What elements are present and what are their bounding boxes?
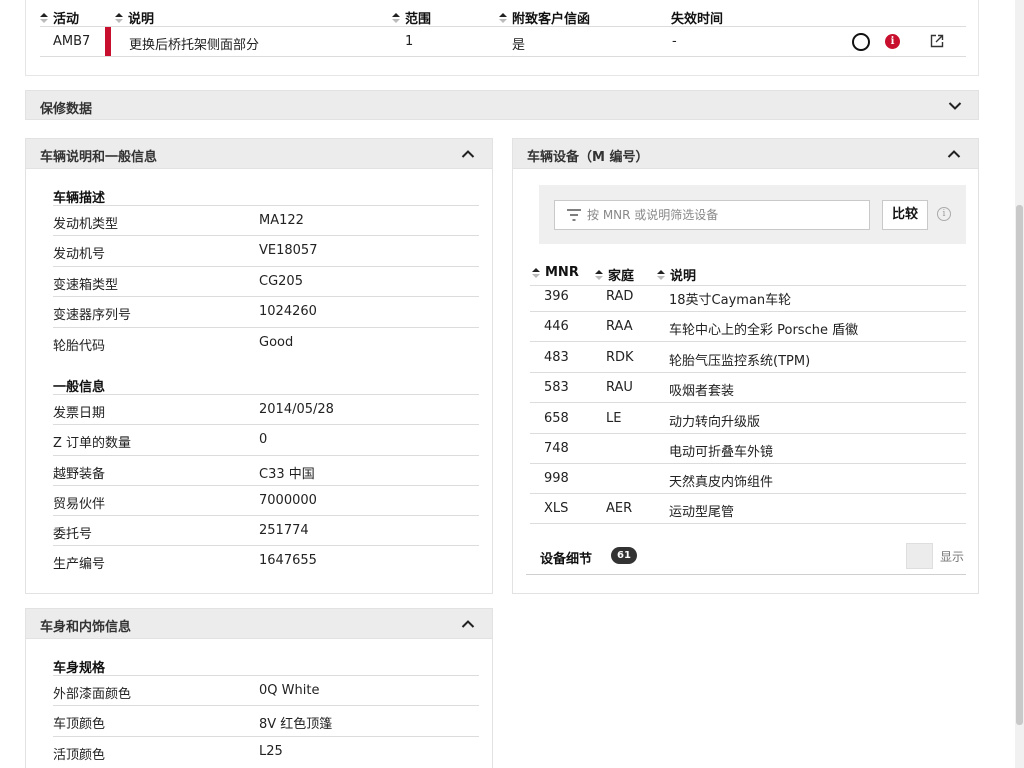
table-row[interactable]: 748 电动可折叠车外镜 [530,434,966,464]
vehicle-description-label: 车辆描述 [53,191,106,206]
compare-button[interactable]: 比较 [882,200,928,230]
action-customer-letter: 是 [512,38,526,53]
body-interior-header[interactable]: 车身和内饰信息 [26,609,492,639]
action-code: AMB7 [53,34,91,49]
action-table-header: 活动 说明 范围 附致客户信函 失效时间 [40,0,966,27]
action-description: 更换后桥托架侧面部分 [129,38,260,53]
body-spec-label: 车身规格 [53,661,106,676]
sort-icon [657,269,665,280]
info-row: 发动机号 VE18057 [53,235,479,265]
equipment-panel: 车辆设备（M 编号） 比较 i MNR 家庭 说明 396RAD18英寸Caym… [512,138,979,594]
info-row: 生产编号 1647655 [53,545,479,575]
action-expiry: - [672,34,677,49]
action-scope: 1 [405,34,414,49]
info-alert-icon[interactable]: i [885,34,900,49]
equipment-header[interactable]: 车辆设备（M 编号） [513,139,978,169]
column-header-activity[interactable]: 活动 [40,8,79,27]
info-row: Z 订单的数量 0 [53,424,479,454]
equipment-filter-input[interactable] [554,200,870,230]
warranty-section-header[interactable]: 保修数据 [25,90,979,120]
show-details-label[interactable]: 显示 [940,548,964,565]
chevron-up-icon[interactable] [461,619,475,629]
table-row[interactable]: 658 LE 动力转向升级版 [530,404,966,434]
priority-flag [105,27,111,56]
info-row: 贸易伙伴 7000000 [53,485,479,515]
vehicle-info-title: 车辆说明和一般信息 [40,150,158,165]
info-row: 发票日期 2014/05/28 [53,394,479,424]
column-header-mnr[interactable]: MNR [532,265,579,280]
info-row: 发动机类型 MA122 [53,205,479,235]
table-row[interactable]: 396 RAD 18英寸Cayman车轮 [530,282,966,312]
info-icon[interactable]: i [937,207,951,221]
show-details-toggle[interactable] [906,543,933,569]
chevron-down-icon[interactable] [948,101,962,111]
vehicle-info-header[interactable]: 车辆说明和一般信息 [26,139,492,169]
status-circle-icon[interactable] [852,33,870,51]
table-row[interactable]: 483 RDK 轮胎气压监控系统(TPM) [530,343,966,373]
warranty-title: 保修数据 [40,102,93,117]
info-row: 越野装备 C33 中国 [53,455,479,485]
info-row: 变速箱类型 CG205 [53,266,479,296]
action-table: 活动 说明 范围 附致客户信函 失效时间 AMB7 更换后桥托架侧面部分 1 是… [40,0,966,57]
table-row[interactable]: 998 天然真皮内饰组件 [530,464,966,494]
sort-icon [532,267,540,278]
column-header-customer-letter[interactable]: 附致客户信函 [499,8,590,27]
scrollbar-thumb[interactable] [1016,205,1023,725]
table-row[interactable]: 583 RAU 吸烟者套装 [530,373,966,403]
sort-icon [595,269,603,280]
column-header-description[interactable]: 说明 [115,8,154,27]
sort-icon [115,12,123,23]
table-row[interactable]: XLS AER 运动型尾管 [530,494,966,524]
table-row[interactable]: 446 RAA 车轮中心上的全彩 Porsche 盾徽 [530,312,966,342]
body-interior-title: 车身和内饰信息 [40,620,132,635]
external-link-icon[interactable] [930,34,944,48]
sort-icon [392,12,400,23]
equipment-title: 车辆设备（M 编号） [527,150,649,165]
info-row: 委托号 251774 [53,515,479,545]
column-header-scope[interactable]: 范围 [392,8,431,27]
column-header-expiry: 失效时间 [671,12,724,27]
info-row: 变速器序列号 1024260 [53,296,479,326]
info-row: 轮胎代码 Good [53,327,479,357]
equipment-details-label: 设备细节 [540,552,593,567]
equipment-count-badge: 61 [611,547,637,564]
chevron-up-icon[interactable] [947,149,961,159]
info-row: 活顶颜色 L25 [53,736,479,766]
sort-icon [499,12,507,23]
equipment-details-row: 设备细节 61 显示 [526,537,966,575]
filter-icon [567,209,581,221]
action-row[interactable]: AMB7 更换后桥托架侧面部分 1 是 - i [40,27,966,57]
scrollbar-track[interactable] [1015,0,1024,768]
chevron-up-icon[interactable] [461,149,475,159]
info-row: 车顶颜色 8V 红色顶篷 [53,705,479,735]
sort-icon [40,12,48,23]
body-interior-panel: 车身和内饰信息 车身规格 外部漆面颜色 0Q White 车顶颜色 8V 红色顶篷 … [25,608,493,768]
info-row: 外部漆面颜色 0Q White [53,675,479,705]
vehicle-info-panel: 车辆说明和一般信息 车辆描述 发动机类型 MA122 发动机号 VE18057 变速… [25,138,493,594]
action-card: 活动 说明 范围 附致客户信函 失效时间 AMB7 更换后桥托架侧面部分 1 是… [25,0,979,76]
equipment-filter-bar: 比较 i [539,185,966,244]
general-info-label: 一般信息 [53,380,106,395]
